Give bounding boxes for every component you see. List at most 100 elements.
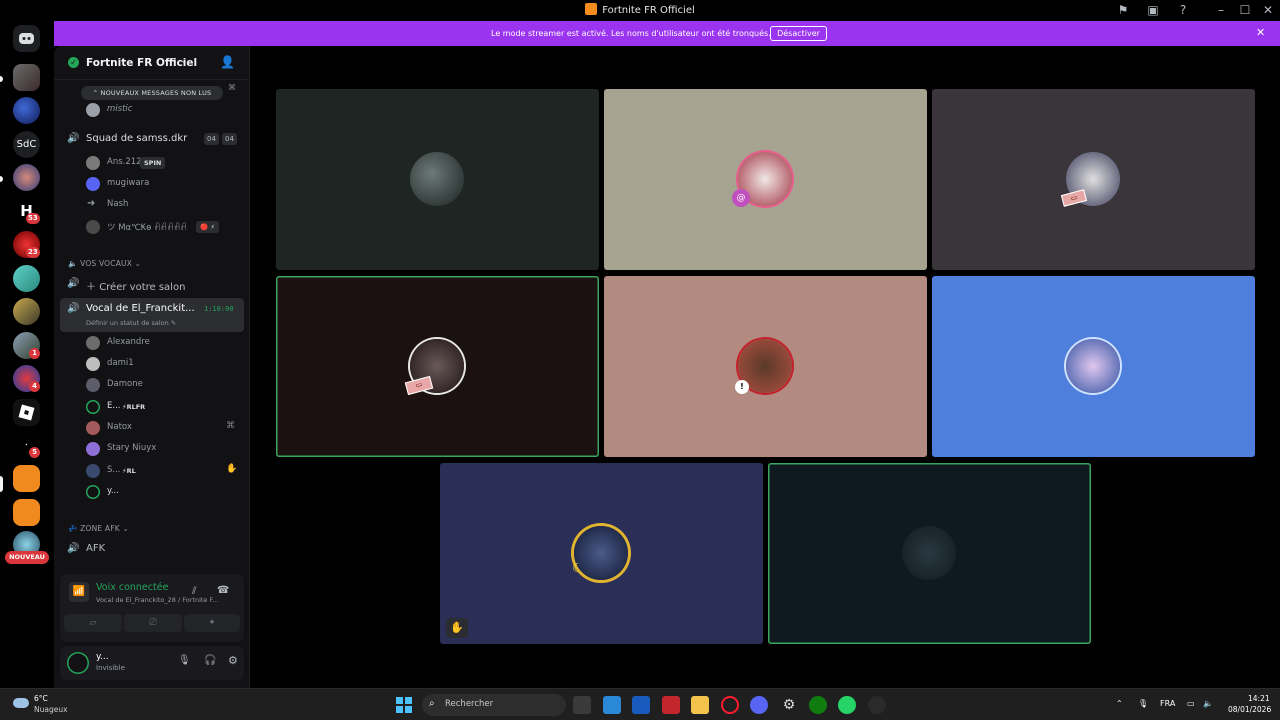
amd-app-icon[interactable] — [662, 696, 680, 714]
voice-member[interactable]: mugiwara — [54, 174, 250, 194]
member-name: Damone — [107, 379, 143, 389]
close-window-icon[interactable]: ✕ — [1260, 3, 1276, 18]
mention-badge: 1 — [29, 348, 40, 359]
clock-date[interactable]: 08/01/2026 — [1228, 705, 1271, 714]
search-placeholder: Rechercher — [445, 699, 494, 709]
home-discord-button[interactable] — [13, 25, 40, 52]
volume-icon[interactable]: 🔈 — [1203, 699, 1213, 708]
avatar — [86, 442, 100, 456]
unread-pill-indicator — [0, 76, 3, 82]
xbox-app-icon[interactable] — [809, 696, 827, 714]
invite-people-icon[interactable]: 👤 — [220, 55, 235, 69]
cloud-icon[interactable] — [13, 698, 29, 708]
create-channel-row[interactable]: 🔊 ＋ Créer votre salon — [60, 273, 244, 295]
monitor-icon[interactable]: ▣ — [1145, 3, 1161, 18]
new-unread-messages-pill[interactable]: ⌃ NOUVEAUX MESSAGES NON LUS — [81, 86, 223, 100]
voice-connected-subtitle[interactable]: Vocal de El_Franckito_28 / Fortnite F... — [96, 596, 218, 604]
member-name: Natox — [107, 422, 132, 432]
screen-share-button[interactable]: ⎚ — [124, 614, 182, 632]
microphone-tray-icon[interactable]: 🎙 — [1138, 699, 1148, 708]
voice-channel-afk[interactable]: 🔊 AFK — [60, 538, 244, 560]
participant-tile[interactable]: ! — [604, 276, 927, 457]
taskbar-search[interactable]: ⌕ Rechercher — [422, 694, 566, 716]
weather-temperature[interactable]: 6°C — [34, 694, 48, 703]
maximize-icon[interactable]: ☐ — [1237, 3, 1253, 18]
user-name[interactable]: y... — [96, 652, 109, 662]
speaker-active-icon: 🔊 — [67, 303, 80, 314]
file-explorer-app-icon[interactable] — [573, 696, 591, 714]
server-icon[interactable] — [13, 298, 40, 325]
noise-suppression-icon[interactable]: ⫽ — [192, 586, 196, 597]
channel-name: AFK — [86, 543, 106, 554]
participant-tile[interactable]: ▭ — [276, 276, 599, 457]
disconnect-icon[interactable]: ☎ — [217, 585, 229, 596]
fortnite-server-icon[interactable] — [13, 465, 40, 492]
calculator-app-icon[interactable] — [603, 696, 621, 714]
headphones-icon[interactable]: 🎧 — [204, 655, 216, 666]
voice-member[interactable]: ➜ Nash — [54, 195, 250, 215]
help-icon[interactable]: ? — [1175, 3, 1191, 18]
member-tag: ⚡RLFR — [122, 403, 146, 411]
voice-member[interactable]: ツ Mα℃₭ɵ ꋬꋬꋬꋬꋬ 🔴 ⚡ — [54, 217, 250, 237]
server-icon[interactable] — [13, 265, 40, 292]
participant-tile[interactable] — [932, 276, 1255, 457]
microphone-icon[interactable]: 🎙 — [178, 655, 191, 666]
category-header[interactable]: 💤 ZONE AFK ⌄ — [68, 524, 129, 533]
fortnite-server-icon[interactable] — [13, 499, 40, 526]
voice-channel-squad[interactable]: 🔊 Squad de samss.dkr 04 04 — [60, 128, 244, 150]
weather-description[interactable]: Nuageux — [34, 705, 68, 714]
avatar — [86, 421, 100, 435]
show-hidden-icons[interactable]: ⌃ — [1116, 699, 1123, 708]
server-icon[interactable] — [13, 97, 40, 124]
participant-tile[interactable] — [768, 463, 1091, 644]
whatsapp-app-icon[interactable] — [838, 696, 856, 714]
voice-member[interactable]: Stary Niuyx — [54, 439, 250, 459]
server-icon-sdc[interactable]: SdC — [13, 131, 40, 158]
activities-button[interactable]: ✦ — [184, 614, 240, 632]
app-icon[interactable] — [868, 696, 886, 714]
network-icon[interactable]: ▭ — [1187, 699, 1195, 708]
server-header[interactable]: ✓ Fortnite FR Officiel ⌄ 👤 — [54, 46, 249, 80]
close-banner-icon[interactable]: ✕ — [1256, 26, 1265, 39]
inbox-flag-icon[interactable]: ⚑ — [1115, 3, 1131, 18]
voice-member[interactable]: mistic — [54, 100, 250, 120]
channel-status[interactable]: Définir un statut de salon ✎ — [86, 319, 176, 327]
language-indicator[interactable]: FRA — [1160, 699, 1175, 708]
voice-member[interactable]: dami1 — [54, 354, 250, 374]
member-name: dami1 — [107, 358, 134, 368]
voice-member[interactable]: Damone — [54, 375, 250, 395]
camera-off-button[interactable]: ▱ — [64, 614, 122, 632]
opera-app-icon[interactable] — [721, 696, 739, 714]
participant-tile[interactable]: ▭ — [932, 89, 1255, 270]
category-header[interactable]: 🔈 VOS VOCAUX ⌄ — [68, 259, 141, 268]
roblox-server-icon[interactable] — [13, 399, 40, 426]
snail-decoration-icon: @ — [732, 189, 750, 207]
settings-gear-icon[interactable]: ⚙ — [228, 654, 238, 667]
voice-member[interactable]: Ans.212 SPIN — [54, 153, 250, 173]
voice-member[interactable]: Natox ⌘ — [54, 418, 250, 438]
member-name: mugiwara — [107, 178, 150, 188]
word-app-icon[interactable] — [632, 696, 650, 714]
voice-member[interactable]: Alexandre — [54, 333, 250, 353]
voice-connected-title[interactable]: Voix connectée — [96, 582, 168, 593]
minimize-icon[interactable]: – — [1213, 3, 1229, 18]
participant-tile[interactable]: @ — [604, 89, 927, 270]
discord-app-icon[interactable] — [750, 696, 768, 714]
user-avatar[interactable] — [67, 652, 89, 674]
avatar — [86, 103, 100, 117]
connection-signal-icon[interactable]: 📶 — [69, 582, 89, 602]
voice-member[interactable]: E... ⚡RLFR — [54, 397, 250, 417]
windows-start-button[interactable] — [396, 697, 412, 713]
voice-member[interactable]: S... ⚡RL ✋ — [54, 461, 250, 481]
active-voice-channel[interactable]: 🔊 Vocal de El_Franckit... 1:10:00 Défini… — [60, 298, 244, 332]
clock-time[interactable]: 14:21 — [1248, 694, 1270, 703]
settings-app-icon[interactable]: ⚙ — [780, 696, 798, 714]
participant-tile[interactable] — [276, 89, 599, 270]
speaker-icon: 🔊 — [67, 278, 80, 289]
voice-member[interactable]: y... — [54, 482, 250, 502]
server-icon[interactable] — [13, 64, 40, 91]
disable-streamer-mode-button[interactable]: Désactiver — [770, 26, 827, 41]
participant-tile[interactable]: ☾ ✋ — [440, 463, 763, 644]
folder-app-icon[interactable] — [691, 696, 709, 714]
server-icon[interactable] — [13, 164, 40, 191]
